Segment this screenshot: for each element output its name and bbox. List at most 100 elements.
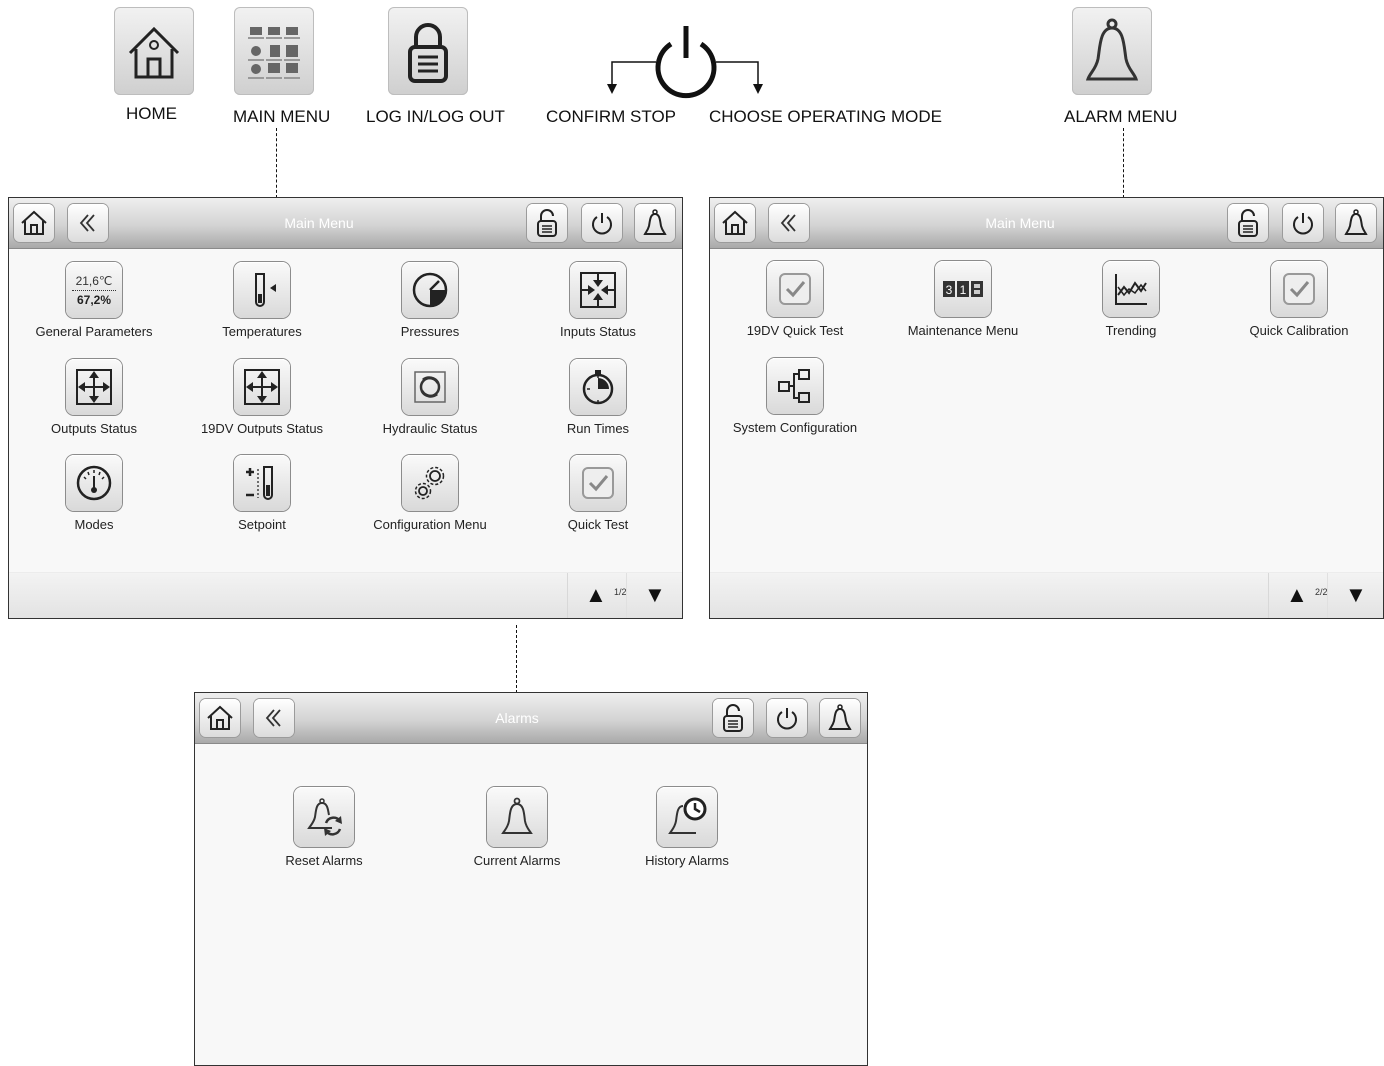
page-down-button[interactable]: ▼ xyxy=(644,583,666,607)
setpoint-thermometer-icon xyxy=(246,466,273,500)
unlock-icon xyxy=(537,209,557,237)
general-parameters-humidity: 67,2% xyxy=(76,292,112,307)
menu-grid: 19DV Quick Test 31 Maintenance Menu Tren… xyxy=(710,249,1383,572)
bell-icon xyxy=(1344,209,1368,235)
menu-item-configuration-menu[interactable]: Configuration Menu xyxy=(345,455,515,532)
menu-item-maintenance-menu[interactable]: 31 Maintenance Menu xyxy=(878,261,1048,338)
legend-main-menu-icon xyxy=(234,7,314,95)
power-icon xyxy=(1293,213,1313,235)
unlock-icon xyxy=(1238,209,1258,237)
home-button[interactable] xyxy=(715,204,755,242)
menu-item-label: 19DV Outputs Status xyxy=(200,421,324,436)
home-button[interactable] xyxy=(200,699,240,737)
pager: ▲ 2/2 ▼ xyxy=(1268,573,1383,618)
alarms-grid: Reset Alarms Current Alarms History Alar… xyxy=(195,744,867,1065)
back-button[interactable] xyxy=(254,699,294,737)
home-icon xyxy=(207,705,233,730)
menu-item-setpoint[interactable]: Setpoint xyxy=(177,455,347,532)
legend-bell-icon xyxy=(1072,7,1152,95)
network-tree-icon xyxy=(778,369,810,403)
page-down-button[interactable]: ▼ xyxy=(1345,583,1367,607)
menu-item-trending[interactable]: Trending xyxy=(1046,261,1216,338)
menu-item-inputs-status[interactable]: Inputs Status xyxy=(513,262,682,339)
legend-login-label: LOG IN/LOG OUT xyxy=(366,107,505,126)
power-icon xyxy=(592,213,612,235)
legend-main-menu-label: MAIN MENU xyxy=(233,107,331,126)
bottom-bar: ▲ 1/2 ▼ xyxy=(9,572,682,618)
legend-confirm-stop-label: CONFIRM STOP xyxy=(546,107,677,126)
menu-item-label: Trending xyxy=(1105,323,1157,338)
page-up-button[interactable]: ▲ xyxy=(585,583,607,607)
legend-alarm-menu-label: ALARM MENU xyxy=(1064,107,1178,126)
back-button[interactable] xyxy=(769,204,809,242)
power-button[interactable] xyxy=(582,204,622,242)
power-button[interactable] xyxy=(767,699,807,737)
top-bar: Main Menu xyxy=(710,198,1383,249)
menu-item-19dv-outputs-status[interactable]: 19DV Outputs Status xyxy=(177,359,347,436)
outputs-arrows-icon xyxy=(76,369,112,405)
bell-icon xyxy=(828,704,852,730)
power-button[interactable] xyxy=(1283,204,1323,242)
legend-lock-icon xyxy=(388,7,468,95)
menu-item-label: Temperatures xyxy=(222,324,302,339)
menu-item-current-alarms[interactable]: Current Alarms xyxy=(432,787,602,868)
double-chevron-left-icon xyxy=(780,214,796,232)
top-bar: Main Menu xyxy=(9,198,682,249)
menu-item-reset-alarms[interactable]: Reset Alarms xyxy=(239,787,409,868)
login-button[interactable] xyxy=(1228,204,1268,242)
menu-item-run-times[interactable]: Run Times xyxy=(513,359,682,436)
menu-item-label: Current Alarms xyxy=(473,853,561,868)
menu-item-outputs-status[interactable]: Outputs Status xyxy=(9,359,179,436)
legend-home-label: HOME xyxy=(126,104,177,123)
pager: ▲ 1/2 ▼ xyxy=(567,573,682,618)
stopwatch-icon xyxy=(582,370,614,405)
menu-item-label: Setpoint xyxy=(238,517,286,532)
power-icon xyxy=(777,708,797,730)
general-parameters-icon: 21,6℃ 67,2% xyxy=(66,262,122,318)
alarm-button[interactable] xyxy=(1336,204,1376,242)
menu-item-label: Pressures xyxy=(400,324,460,339)
menu-item-label: Hydraulic Status xyxy=(382,421,478,436)
login-button[interactable] xyxy=(713,699,753,737)
bell-icon xyxy=(643,209,667,235)
inputs-arrows-icon xyxy=(580,272,616,308)
page-indicator: 1/2 xyxy=(614,587,627,597)
alarm-button[interactable] xyxy=(820,699,860,737)
menu-item-hydraulic-status[interactable]: Hydraulic Status xyxy=(345,359,515,436)
outputs-arrows-icon xyxy=(244,369,280,405)
bell-icon xyxy=(501,797,533,834)
page-up-button[interactable]: ▲ xyxy=(1286,583,1308,607)
back-button[interactable] xyxy=(68,204,108,242)
menu-item-label: General Parameters xyxy=(35,324,153,339)
menu-item-quick-calibration[interactable]: Quick Calibration xyxy=(1214,261,1383,338)
connector-alarms xyxy=(516,625,517,693)
alarm-button[interactable] xyxy=(635,204,675,242)
svg-text:1: 1 xyxy=(960,283,967,297)
counter-icon: 31 xyxy=(943,281,983,297)
dial-gauge-icon xyxy=(76,465,112,501)
login-button[interactable] xyxy=(527,204,567,242)
checkbox-icon xyxy=(779,273,811,305)
page-title: Alarms xyxy=(495,710,539,726)
menu-item-label: Quick Calibration xyxy=(1249,323,1349,338)
menu-item-history-alarms[interactable]: History Alarms xyxy=(602,787,772,868)
menu-item-19dv-quick-test[interactable]: 19DV Quick Test xyxy=(710,261,880,338)
legend-operating-mode-label: CHOOSE OPERATING MODE xyxy=(709,107,942,126)
page-title: Main Menu xyxy=(985,215,1055,231)
gears-icon xyxy=(414,466,445,500)
home-button[interactable] xyxy=(14,204,54,242)
menu-item-general-parameters[interactable]: 21,6℃ 67,2% General Parameters xyxy=(9,262,179,339)
menu-item-label: 19DV Quick Test xyxy=(746,323,844,338)
top-bar: Alarms xyxy=(195,693,867,744)
menu-item-pressures[interactable]: Pressures xyxy=(345,262,515,339)
menu-item-modes[interactable]: Modes xyxy=(9,455,179,532)
menu-item-label: Modes xyxy=(74,517,114,532)
reset-bell-icon xyxy=(307,798,342,836)
thermometer-icon xyxy=(255,273,276,307)
connector-main-menu xyxy=(276,128,277,198)
double-chevron-left-icon xyxy=(265,709,281,727)
menu-item-system-configuration[interactable]: System Configuration xyxy=(710,358,880,435)
menu-item-temperatures[interactable]: Temperatures xyxy=(177,262,347,339)
menu-item-quick-test[interactable]: Quick Test xyxy=(513,455,682,532)
connector-alarm-menu xyxy=(1123,128,1124,198)
